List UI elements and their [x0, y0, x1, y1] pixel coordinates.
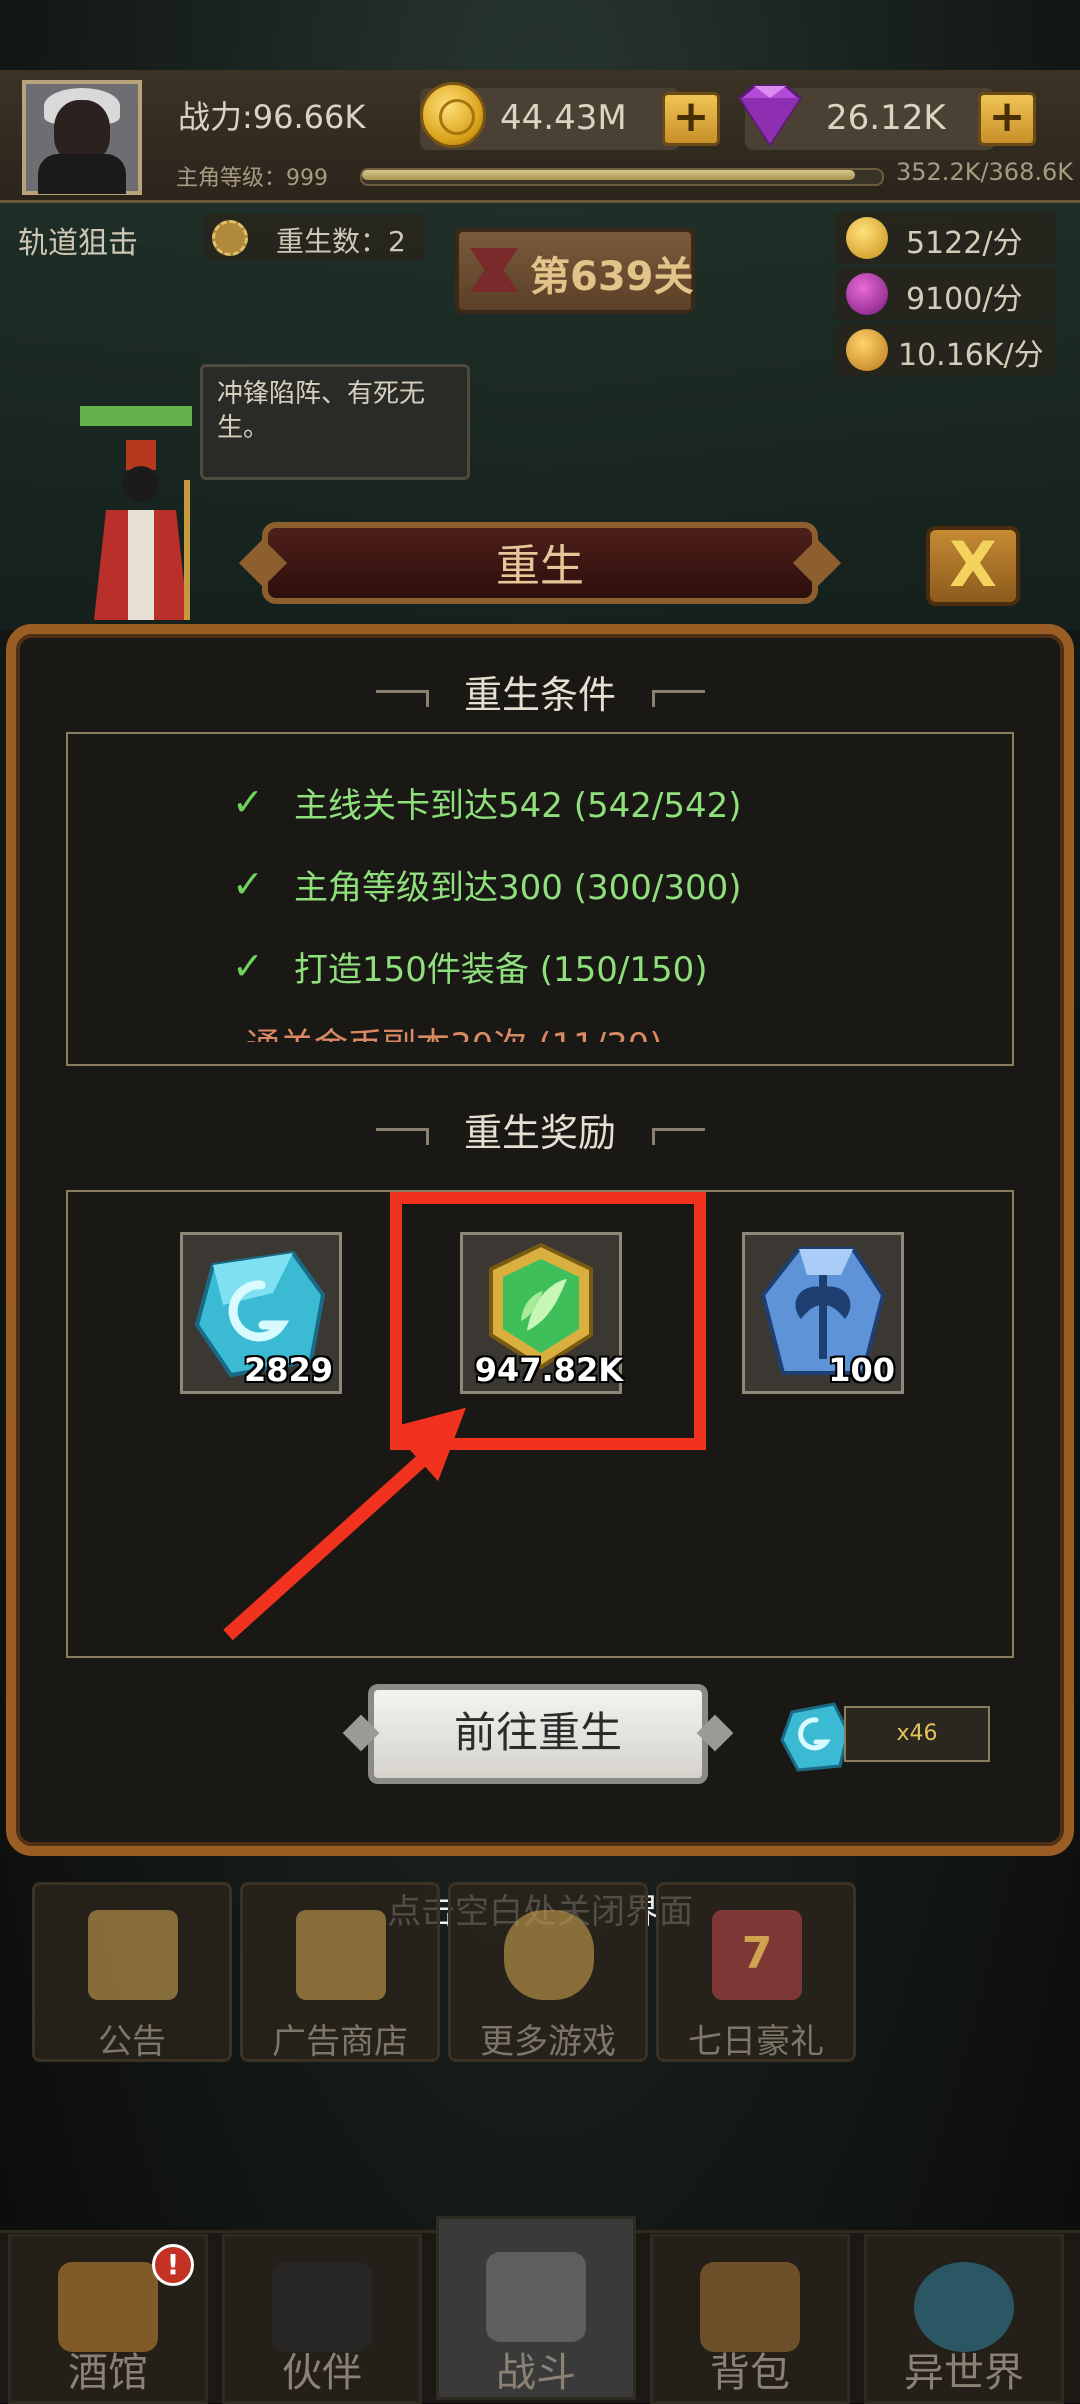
add-gold-button[interactable]: +	[662, 92, 720, 146]
condition-item: 打造150件装备 (150/150)	[294, 950, 708, 990]
rebirth-count: 重生数：2	[276, 225, 406, 258]
gamepad-icon	[504, 1910, 594, 2000]
condition-item: 通关金币副本30次 (11/30)	[246, 1024, 663, 1042]
speech-bubble: 冲锋陷阵、有死无生。	[200, 364, 470, 480]
nav-label: 战斗	[496, 2350, 576, 2396]
gold-rate: 5122/分	[906, 226, 1023, 261]
portal-icon	[914, 2262, 1014, 2352]
combat-power: 战力:96.66K	[178, 98, 366, 136]
condition-item-partial: 通关金币副本30次 (11/30)	[66, 1024, 1014, 1042]
nav-label: 背包	[710, 2350, 790, 2396]
coin-rate-icon	[846, 217, 888, 259]
power-rate: 10.16K/分	[898, 338, 1044, 373]
reward-count: 100	[828, 1351, 895, 1389]
add-gems-button[interactable]: +	[978, 92, 1036, 146]
partner-face-icon	[272, 2262, 372, 2352]
header-ornament-right	[652, 690, 705, 707]
dialog-title: 重生	[496, 541, 584, 592]
go-rebirth-button[interactable]: 前往重生	[368, 1684, 708, 1784]
level-progress-text: 352.2K/368.6K	[896, 158, 1073, 186]
gold-amount: 44.43M	[500, 98, 627, 138]
tile-label: 广告商店	[272, 2022, 408, 2062]
nav-label: 伙伴	[282, 2350, 362, 2396]
reward-slot[interactable]: 100	[742, 1232, 904, 1394]
hero-level-label: 主角等级：999	[176, 166, 328, 191]
gold-coin-icon	[420, 82, 486, 148]
check-icon: ✓	[232, 780, 264, 824]
rune-stone-icon	[780, 1702, 850, 1772]
crossed-swords-icon	[486, 2252, 586, 2342]
tile-label: 七日豪礼	[688, 2022, 824, 2062]
stone-count: x46	[844, 1706, 990, 1762]
exp-rate: 9100/分	[906, 282, 1023, 317]
beer-mug-icon	[58, 2262, 158, 2352]
condition-item: 主角等级到达300 (300/300)	[294, 868, 742, 908]
backpack-icon	[700, 2262, 800, 2352]
tile-label: 更多游戏	[480, 2022, 616, 2062]
close-button[interactable]: X	[926, 526, 1020, 606]
cart-icon	[296, 1910, 386, 2000]
rewards-heading: 重生奖励	[463, 1111, 616, 1155]
gear-icon	[212, 220, 248, 256]
level-progress-fill	[362, 170, 855, 180]
purple-gem-icon	[738, 84, 802, 147]
player-avatar[interactable]	[22, 80, 142, 195]
scroll-icon	[88, 1910, 178, 2000]
check-icon: ✓	[232, 862, 264, 906]
tile-label: 公告	[98, 2022, 166, 2062]
mode-name: 轨道狙击	[18, 226, 138, 261]
nav-label: 异世界	[904, 2350, 1024, 2396]
nav-label: 酒馆	[68, 2350, 148, 2396]
condition-item: 主线关卡到达542 (542/542)	[294, 786, 742, 826]
gem-amount: 26.12K	[826, 98, 946, 138]
reward-slot[interactable]: 2829	[180, 1232, 342, 1394]
notification-badge: !	[152, 2244, 194, 2286]
gift-day-number: 7	[741, 1928, 773, 1979]
cleric-character	[94, 440, 190, 620]
flame-rate-icon	[846, 329, 888, 371]
check-icon: ✓	[232, 944, 264, 988]
reward-count: 2829	[243, 1351, 333, 1389]
hp-bar	[80, 406, 192, 426]
header-ornament-right	[652, 1128, 705, 1145]
conditions-heading: 重生条件	[463, 673, 616, 717]
exp-rate-icon	[846, 273, 888, 315]
stage-number: 第639关	[530, 254, 694, 300]
